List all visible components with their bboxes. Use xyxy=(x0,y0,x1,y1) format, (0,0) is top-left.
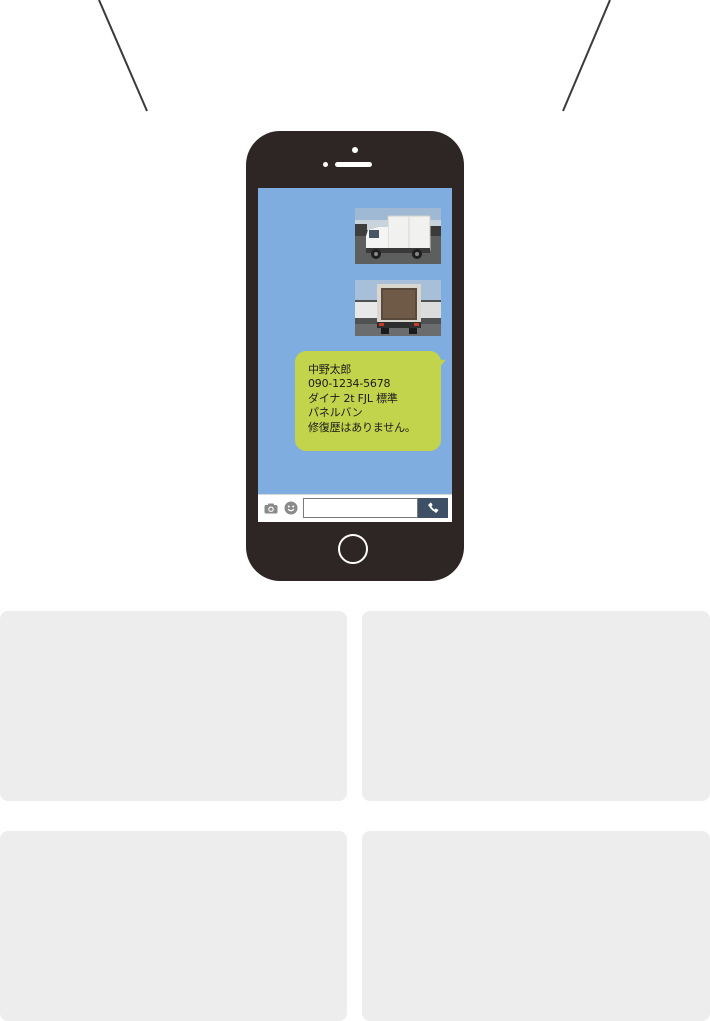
message-input[interactable] xyxy=(303,498,418,518)
message-line-phone: 090-1234-5678 xyxy=(308,377,391,391)
truck-side-photo[interactable] xyxy=(355,208,441,264)
content-panel-4 xyxy=(362,831,710,1021)
smile-icon[interactable] xyxy=(284,501,298,515)
message-line-name: 中野太郎 xyxy=(308,363,352,376)
message-bubble: 中野太郎 090-1234-5678 ダイナ 2t FJL 標準 パネルバン 修… xyxy=(295,351,448,451)
earpiece-speaker xyxy=(335,162,372,167)
content-panel-3 xyxy=(0,831,347,1021)
proximity-sensor xyxy=(323,162,328,167)
bubble-tail xyxy=(434,355,448,369)
call-button[interactable] xyxy=(418,498,448,518)
content-panel-1 xyxy=(0,611,347,801)
camera-icon[interactable] xyxy=(264,503,278,514)
phone-icon xyxy=(428,502,439,513)
front-camera xyxy=(352,147,358,153)
decorative-lines xyxy=(98,0,611,112)
message-line-history: 修復歴はありません。 xyxy=(308,420,416,434)
truck-rear-photo[interactable] xyxy=(355,280,441,336)
chat-screen: 中野太郎 090-1234-5678 ダイナ 2t FJL 標準 パネルバン 修… xyxy=(258,188,452,522)
home-button[interactable] xyxy=(338,534,368,564)
message-line-model: ダイナ 2t FJL 標準 xyxy=(308,391,398,405)
content-panel-2 xyxy=(362,611,710,801)
smartphone: 中野太郎 090-1234-5678 ダイナ 2t FJL 標準 パネルバン 修… xyxy=(246,131,464,581)
message-line-body: パネルバン xyxy=(308,406,363,420)
chat-input-bar xyxy=(258,494,452,522)
